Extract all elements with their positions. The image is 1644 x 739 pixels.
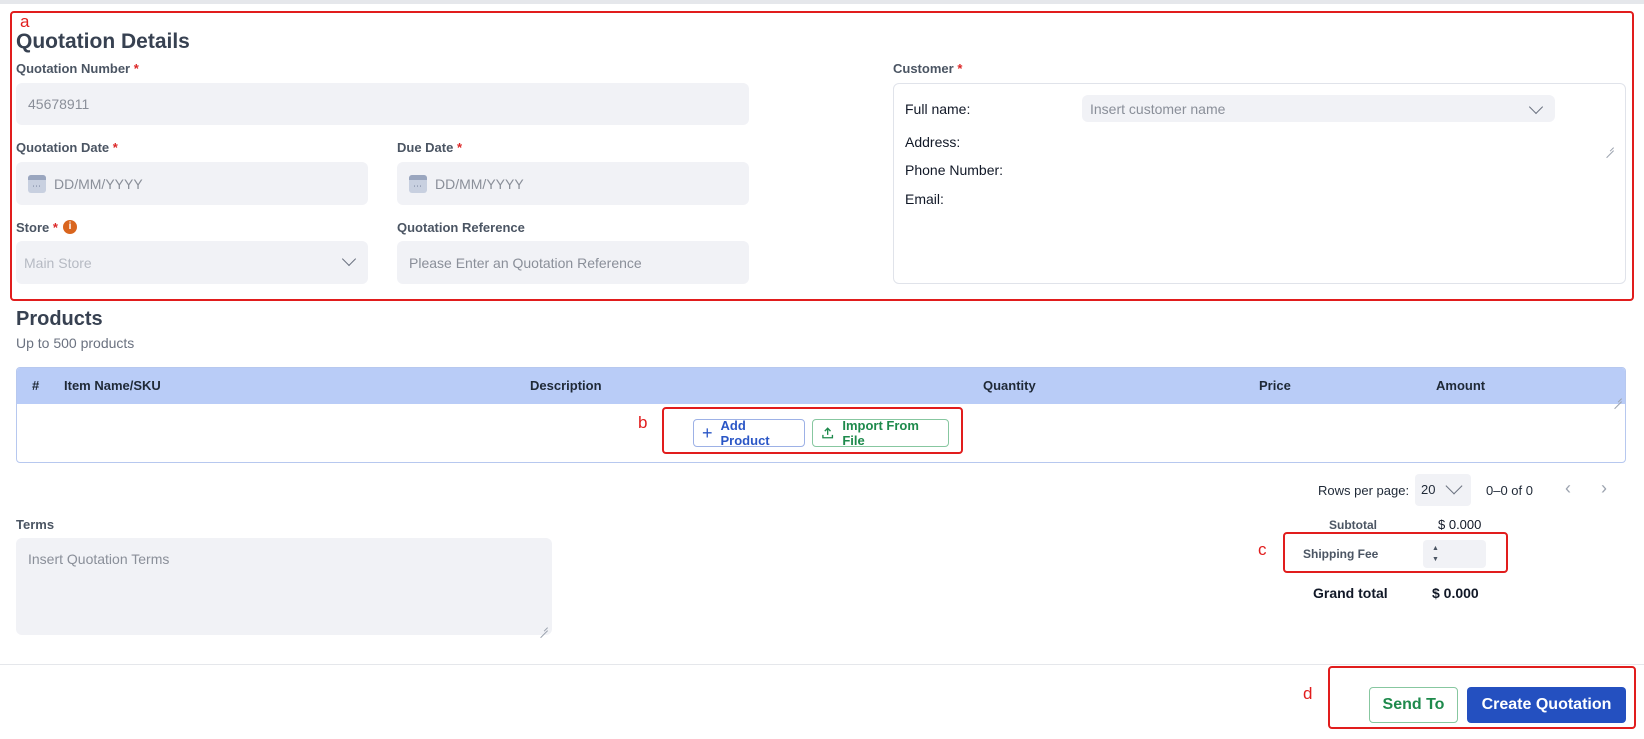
table-resize-handle[interactable] [1614, 394, 1622, 402]
table-header: # Item Name/SKU Description Quantity Pri… [17, 368, 1625, 404]
terms-placeholder: Insert Quotation Terms [28, 551, 170, 567]
annotation-letter-d: d [1303, 684, 1313, 703]
terms-textarea[interactable]: Insert Quotation Terms [16, 538, 552, 635]
calendar-icon [409, 174, 427, 193]
email-label: Email: [905, 191, 944, 207]
column-header-amount: Amount [1436, 378, 1486, 393]
customer-name-select[interactable]: Insert customer name [1082, 95, 1555, 122]
pagination-range: 0–0 of 0 [1486, 483, 1533, 498]
address-label: Address: [905, 134, 961, 150]
due-date-field[interactable]: DD/MM/YYYY [397, 162, 749, 205]
grand-total-value: $ 0.000 [1432, 585, 1479, 601]
phone-number-label: Phone Number: [905, 162, 1004, 178]
quotation-details-title: Quotation Details [16, 30, 190, 53]
quotation-reference-placeholder: Please Enter an Quotation Reference [409, 254, 642, 271]
next-page-icon[interactable]: › [1601, 478, 1607, 499]
products-title: Products [16, 308, 103, 330]
quotation-number-value: 45678911 [28, 96, 90, 112]
quotation-date-placeholder: DD/MM/YYYY [54, 175, 143, 192]
column-header-item: Item Name/SKU [64, 378, 161, 393]
quotation-reference-input[interactable]: Please Enter an Quotation Reference [397, 241, 749, 284]
store-select[interactable]: Main Store [16, 241, 368, 284]
terms-resize-handle[interactable] [540, 623, 548, 631]
rows-per-page-value: 20 [1421, 482, 1436, 497]
subtotal-label: Subtotal [1329, 518, 1377, 532]
address-resize-handle[interactable] [1606, 143, 1614, 151]
full-name-label: Full name: [905, 101, 971, 117]
column-header-price: Price [1259, 378, 1291, 393]
previous-page-icon[interactable]: ‹ [1565, 478, 1571, 499]
increment-icon[interactable]: ▲ [1432, 545, 1439, 553]
quotation-number-field[interactable]: 45678911 [16, 83, 749, 125]
products-table: # Item Name/SKU Description Quantity Pri… [16, 367, 1626, 463]
shipping-fee-stepper[interactable]: ▲ ▼ [1423, 540, 1486, 568]
quotation-date-label: Quotation Date * [16, 140, 118, 155]
info-icon[interactable]: i [63, 220, 77, 234]
terms-label: Terms [16, 517, 55, 532]
rows-per-page-select[interactable]: 20 [1415, 474, 1471, 506]
rows-per-page-label: Rows per page: [1318, 483, 1410, 498]
due-date-label: Due Date * [397, 140, 463, 155]
create-quotation-button[interactable]: Create Quotation [1467, 687, 1626, 723]
upload-icon [822, 427, 834, 439]
customer-name-placeholder: Insert customer name [1090, 100, 1226, 117]
add-product-button[interactable]: + Add Product [693, 418, 805, 448]
quotation-number-label: Quotation Number * [16, 61, 139, 76]
grand-total-label: Grand total [1313, 585, 1388, 601]
import-from-file-button[interactable]: Import From File [812, 418, 949, 448]
quotation-date-field[interactable]: DD/MM/YYYY [16, 162, 368, 205]
plus-icon: + [702, 423, 713, 443]
subtotal-value: $ 0.000 [1438, 517, 1482, 532]
footer-divider [0, 664, 1644, 665]
column-header-description: Description [530, 378, 602, 393]
quotation-reference-label: Quotation Reference [397, 220, 525, 235]
store-value: Main Store [24, 254, 92, 271]
annotation-letter-a: a [20, 12, 30, 31]
column-header-number: # [32, 378, 40, 393]
column-header-quantity: Quantity [983, 378, 1036, 393]
decrement-icon[interactable]: ▼ [1432, 556, 1439, 564]
products-subtitle: Up to 500 products [16, 335, 135, 351]
store-label: Store * [16, 220, 58, 235]
top-border [0, 0, 1644, 4]
calendar-icon [28, 174, 46, 193]
due-date-placeholder: DD/MM/YYYY [435, 175, 524, 192]
annotation-letter-c: c [1258, 540, 1267, 559]
customer-label: Customer * [893, 61, 963, 76]
shipping-fee-label: Shipping Fee [1303, 547, 1379, 561]
send-to-button[interactable]: Send To [1369, 687, 1458, 723]
